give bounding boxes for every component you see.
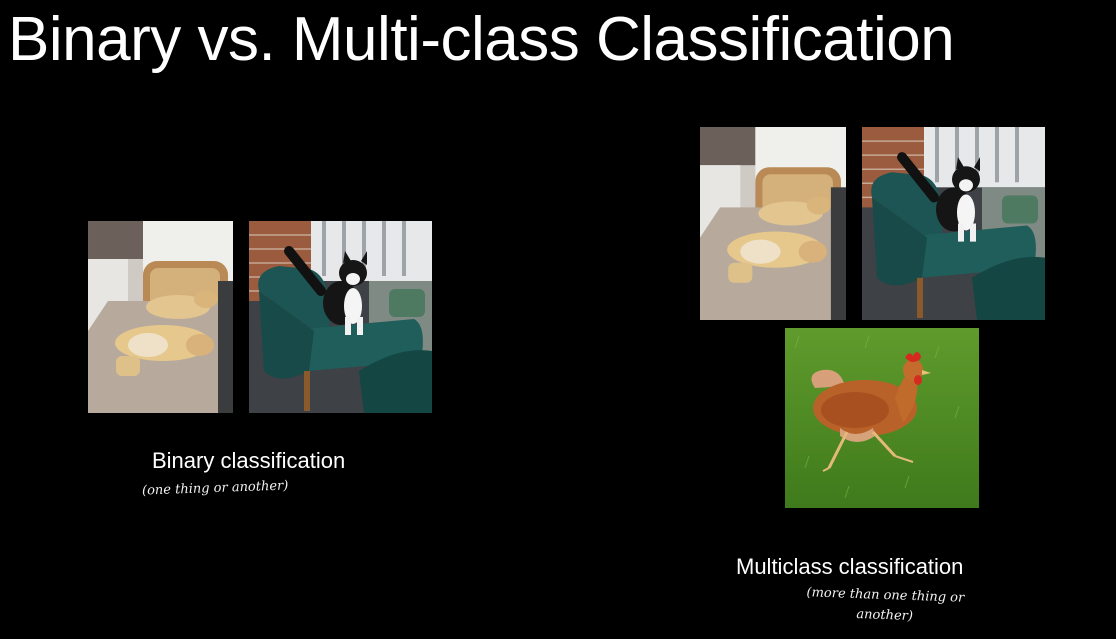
chicken-photo	[785, 328, 979, 508]
slide-title: Binary vs. Multi-class Classification	[8, 5, 955, 74]
cat-photo	[862, 127, 1045, 320]
multiclass-classification-label: Multiclass classification	[736, 554, 964, 579]
dog-photo	[700, 127, 846, 320]
binary-classification-label: Binary classification	[152, 448, 346, 473]
dog-photo	[88, 221, 233, 413]
cat-photo	[249, 221, 432, 413]
binary-classification-note: (one thing or another)	[141, 478, 289, 499]
multiclass-classification-note: (more than one thing or another)	[806, 585, 965, 624]
